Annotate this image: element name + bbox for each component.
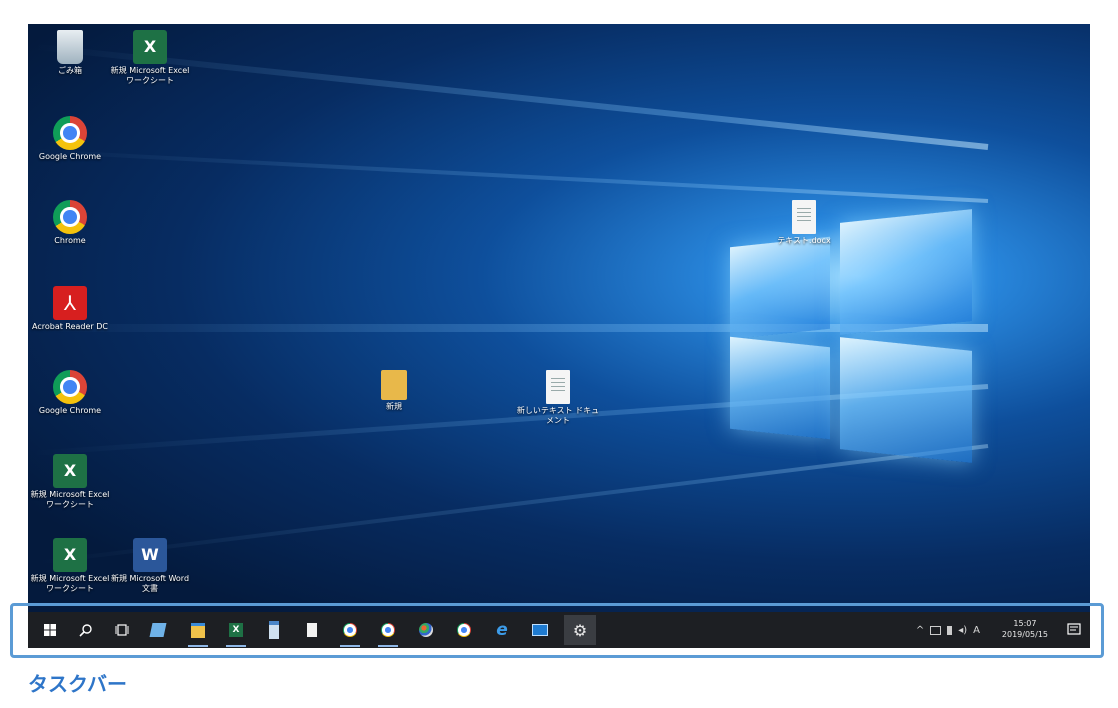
wallpaper-pane — [730, 236, 830, 340]
desktop-icon-text-document[interactable]: テキスト.docx — [762, 200, 846, 246]
wallpaper-pane — [730, 336, 830, 440]
desktop-icon-label: 新規 Microsoft Excel ワークシート — [30, 574, 110, 593]
chrome-icon — [53, 370, 87, 404]
desktop: ごみ箱 X 新規 Microsoft Excel ワークシート Google C… — [28, 24, 1090, 624]
desktop-icon-label: 新規 — [386, 402, 402, 411]
desktop-icon-word[interactable]: W 新規 Microsoft Word 文書 — [108, 538, 192, 594]
chrome-icon — [53, 116, 87, 150]
desktop-icon-label: Chrome — [54, 236, 86, 245]
desktop-icon-chrome[interactable]: Chrome — [28, 200, 112, 246]
desktop-icon-chrome[interactable]: Google Chrome — [28, 116, 112, 162]
desktop-icon-folder[interactable]: 新規 — [352, 370, 436, 412]
excel-icon: X — [53, 538, 87, 572]
desktop-icon-label: 新規 Microsoft Excel ワークシート — [110, 66, 190, 85]
wallpaper-beam — [29, 148, 989, 203]
desktop-icon-label: 新しいテキスト ドキュメント — [516, 406, 600, 425]
desktop-icon-label: Google Chrome — [38, 152, 102, 161]
desktop-icon-label: テキスト.docx — [777, 236, 831, 245]
recycle-bin-icon — [57, 30, 83, 64]
desktop-icon-excel[interactable]: X 新規 Microsoft Excel ワークシート — [28, 538, 112, 594]
desktop-icon-label: Acrobat Reader DC — [32, 322, 108, 331]
word-icon: W — [133, 538, 167, 572]
folder-icon — [381, 370, 407, 400]
excel-icon: X — [133, 30, 167, 64]
desktop-icon-label: 新規 Microsoft Excel ワークシート — [30, 490, 110, 509]
excel-icon: X — [53, 454, 87, 488]
desktop-icon-recycle-bin[interactable]: ごみ箱 — [28, 30, 112, 76]
desktop-icon-excel[interactable]: X 新規 Microsoft Excel ワークシート — [28, 454, 112, 510]
text-document-icon — [546, 370, 570, 404]
desktop-icon-excel[interactable]: X 新規 Microsoft Excel ワークシート — [108, 30, 192, 86]
desktop-icon-chrome[interactable]: Google Chrome — [28, 370, 112, 416]
wallpaper-pane — [840, 209, 972, 335]
desktop-icon-label: ごみ箱 — [58, 66, 82, 75]
taskbar-highlight-frame — [10, 603, 1104, 658]
desktop-icon-text-document[interactable]: 新しいテキスト ドキュメント — [516, 370, 600, 426]
text-document-icon — [792, 200, 816, 234]
taskbar-caption: タスクバー — [28, 672, 127, 696]
desktop-icon-label: Google Chrome — [38, 406, 102, 415]
desktop-icon-label: 新規 Microsoft Word 文書 — [110, 574, 190, 593]
desktop-icon-acrobat[interactable]: ⅄ Acrobat Reader DC — [28, 286, 112, 332]
pdf-icon: ⅄ — [53, 286, 87, 320]
chrome-icon — [53, 200, 87, 234]
wallpaper-pane — [840, 337, 972, 463]
